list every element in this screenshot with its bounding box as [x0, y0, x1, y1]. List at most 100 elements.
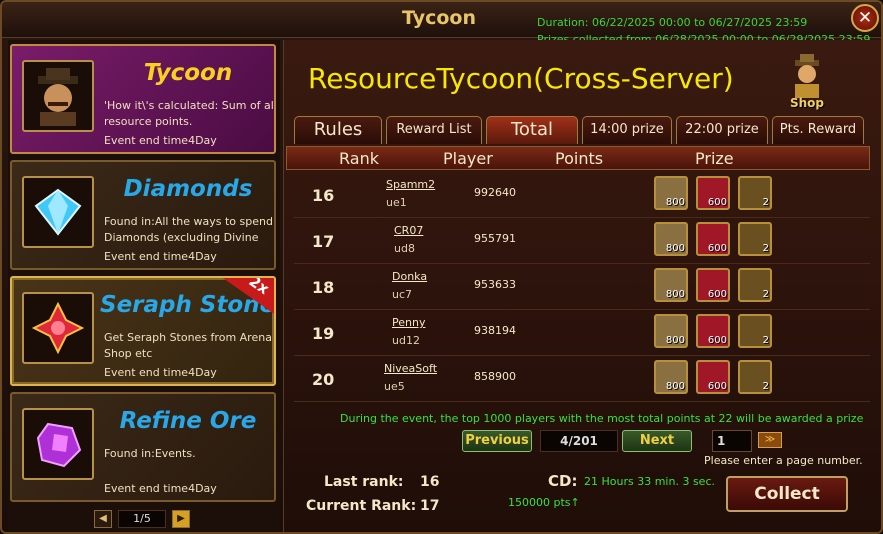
card-title: Tycoon	[143, 60, 233, 86]
prize-qty: 800	[665, 243, 685, 254]
prize-qty: 800	[665, 381, 685, 392]
sidebar-page-number: 1/5	[118, 510, 166, 528]
prize-qty: 2	[762, 381, 769, 392]
collect-button[interactable]: Collect	[726, 476, 848, 512]
event-notice: During the event, the top 1000 players w…	[340, 412, 864, 425]
tab-reward-list[interactable]: Reward List	[386, 116, 482, 144]
prize-gem-icon[interactable]: 600	[696, 176, 730, 210]
prize-gem-icon[interactable]: 600	[696, 314, 730, 348]
row-rank: 19	[312, 324, 335, 343]
column-header-prize: Prize	[695, 149, 734, 168]
page-number-input[interactable]	[712, 430, 752, 452]
card-end-time: Event end time4Day	[104, 250, 217, 263]
seraph-stone-icon	[22, 292, 94, 364]
sidebar-card-seraph-stones[interactable]: Seraph Stones Get Seraph Stones from Are…	[10, 276, 276, 386]
row-points: 992640	[474, 186, 516, 199]
player-name-link[interactable]: Donka	[392, 270, 427, 283]
prize-chest-icon[interactable]: 2	[738, 268, 772, 302]
table-row: 18 Donka uc7 953633 800 600 2	[294, 266, 870, 310]
prize-qty: 800	[665, 335, 685, 346]
tab-pts-reward[interactable]: Pts. Reward	[772, 116, 864, 144]
sidebar-pager: ◀ 1/5 ▶	[94, 510, 190, 528]
player-server: ud8	[394, 242, 415, 255]
shop-merchant-icon	[795, 54, 819, 98]
card-end-time: Event end time4Day	[104, 482, 217, 495]
shop-button[interactable]: Shop	[784, 54, 830, 112]
row-rank: 16	[312, 186, 335, 205]
prize-scroll-icon[interactable]: 800	[654, 222, 688, 256]
prize-scroll-icon[interactable]: 800	[654, 176, 688, 210]
prize-qty: 2	[762, 243, 769, 254]
column-header-player: Player	[443, 149, 493, 168]
previous-page-button[interactable]: Previous	[462, 430, 532, 452]
prize-gem-icon[interactable]: 600	[696, 360, 730, 394]
next-arrow-icon: ▶	[177, 513, 185, 524]
tycoon-portrait-icon	[22, 60, 94, 132]
player-name-link[interactable]: CR07	[394, 224, 423, 237]
table-row: 17 CR07 ud8 955791 800 600 2	[294, 220, 870, 264]
table-row: 20 NiveaSoft ue5 858900 800 600 2	[294, 358, 870, 402]
prize-scroll-icon[interactable]: 800	[654, 360, 688, 394]
prev-arrow-icon: ◀	[99, 513, 107, 524]
column-header-points: Points	[555, 149, 604, 168]
prize-scroll-icon[interactable]: 800	[654, 268, 688, 302]
refine-ore-icon	[22, 408, 94, 480]
prize-qty: 800	[665, 197, 685, 208]
sidebar-card-refine-ore[interactable]: Refine Ore Found in:Events. Event end ti…	[10, 392, 276, 502]
card-description: Found in:All the ways to spend Diamonds …	[104, 215, 273, 244]
card-end-time: Event end time4Day	[104, 134, 217, 147]
prize-chest-icon[interactable]: 2	[738, 176, 772, 210]
sidebar-prev-button[interactable]: ◀	[94, 510, 112, 528]
go-to-page-button[interactable]: ≫	[758, 432, 782, 448]
card-description: 'How it\'s calculated: Sum of all resour…	[104, 99, 276, 128]
row-rank: 18	[312, 278, 335, 297]
tab-2200-prize[interactable]: 22:00 prize	[676, 116, 768, 144]
next-page-button[interactable]: Next	[622, 430, 692, 452]
points-threshold: 150000 pts↑	[508, 496, 580, 509]
prize-qty: 800	[665, 289, 685, 300]
prize-chest-icon[interactable]: 2	[738, 360, 772, 394]
row-points: 953633	[474, 278, 516, 291]
card-title: Diamonds	[123, 176, 253, 202]
page-hint: Please enter a page number.	[704, 454, 863, 467]
tab-total[interactable]: Total	[486, 116, 578, 144]
row-rank: 20	[312, 370, 335, 389]
row-points: 938194	[474, 324, 516, 337]
player-name-link[interactable]: Spamm2	[386, 178, 435, 191]
prize-chest-icon[interactable]: 2	[738, 314, 772, 348]
card-description: Get Seraph Stones from Arena Shop etc	[104, 331, 272, 360]
sidebar-next-button[interactable]: ▶	[172, 510, 190, 528]
table-row: 19 Penny ud12 938194 800 600 2	[294, 312, 870, 356]
prize-qty: 2	[762, 197, 769, 208]
prize-gem-icon[interactable]: 600	[696, 268, 730, 302]
row-points: 955791	[474, 232, 516, 245]
prize-qty: 600	[707, 289, 727, 300]
player-name-link[interactable]: Penny	[392, 316, 425, 329]
sidebar-card-diamonds[interactable]: Diamonds Found in:All the ways to spend …	[10, 160, 276, 270]
event-title: ResourceTycoon(Cross-Server)	[308, 62, 734, 95]
prize-qty: 2	[762, 335, 769, 346]
prize-scroll-icon[interactable]: 800	[654, 314, 688, 348]
tycoon-window: Tycoon Duration: 06/22/2025 00:00 to 06/…	[0, 0, 883, 534]
event-sidebar: Tycoon 'How it\'s calculated: Sum of all…	[8, 40, 280, 532]
prize-qty: 2	[762, 289, 769, 300]
ranking-panel: ResourceTycoon(Cross-Server) Shop Rules …	[283, 40, 881, 532]
sidebar-card-tycoon[interactable]: Tycoon 'How it\'s calculated: Sum of all…	[10, 44, 276, 154]
prize-chest-icon[interactable]: 2	[738, 222, 772, 256]
close-button[interactable]: ✕	[851, 4, 879, 32]
prize-qty: 600	[707, 335, 727, 346]
cooldown-value: 21 Hours 33 min. 3 sec.	[584, 475, 715, 488]
card-end-time: Event end time4Day	[104, 366, 217, 379]
tab-1400-prize[interactable]: 14:00 prize	[582, 116, 672, 144]
player-server: ue5	[384, 380, 405, 393]
shop-label: Shop	[789, 96, 825, 110]
row-rank: 17	[312, 232, 335, 251]
table-row: 16 Spamm2 ue1 992640 800 600 2	[294, 174, 870, 218]
row-points: 858900	[474, 370, 516, 383]
player-name-link[interactable]: NiveaSoft	[384, 362, 437, 375]
tab-rules[interactable]: Rules	[294, 116, 382, 144]
prize-gem-icon[interactable]: 600	[696, 222, 730, 256]
double-arrow-icon: ≫	[764, 434, 776, 445]
diamond-icon	[22, 176, 94, 248]
ranking-tabs: Rules Reward List Total 14:00 prize 22:0…	[294, 116, 874, 144]
